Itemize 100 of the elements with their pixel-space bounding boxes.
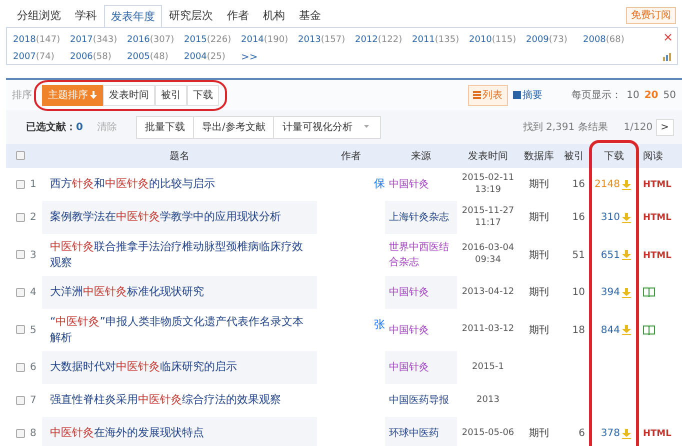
- publish-date: 2011-03-12: [462, 324, 514, 336]
- checkbox[interactable]: [16, 151, 25, 160]
- database-type: 期刊: [529, 287, 549, 298]
- action-button[interactable]: 导出/参考文献: [192, 116, 274, 138]
- html-link[interactable]: HTML: [643, 213, 672, 224]
- year-link[interactable]: 2017(343): [70, 32, 127, 49]
- year-link[interactable]: 2012(122): [355, 32, 412, 49]
- action-button[interactable]: 计量可视化分析: [273, 116, 381, 138]
- page-size-label: 每页显示：: [572, 88, 622, 102]
- checkbox[interactable]: [16, 396, 25, 405]
- source-link[interactable]: 中国医药导报: [389, 393, 449, 408]
- source-link[interactable]: 中国针灸: [389, 322, 429, 338]
- html-link[interactable]: HTML: [643, 250, 672, 261]
- sort-button[interactable]: 下载: [187, 84, 219, 106]
- column-header[interactable]: 数据库: [519, 148, 559, 164]
- sort-label: 排序: [12, 88, 32, 102]
- year-link[interactable]: 2016(307): [127, 32, 184, 49]
- source-link[interactable]: 中国针灸: [389, 177, 429, 192]
- title-link[interactable]: 西方针灸和中医针灸的比较与启示: [50, 176, 219, 193]
- year-link[interactable]: 2010(115): [469, 32, 526, 49]
- column-header[interactable]: 来源: [385, 148, 457, 164]
- view-mode-tab[interactable]: 摘要: [508, 84, 548, 106]
- year-link[interactable]: 2014(190): [241, 32, 298, 49]
- title-link[interactable]: 强直性脊柱炎采用中医针灸综合疗法的效果观察: [50, 392, 285, 409]
- year-link[interactable]: 2013(157): [298, 32, 355, 49]
- subscribe-button[interactable]: 免费订阅: [626, 7, 676, 24]
- publish-time: 09:34: [475, 255, 501, 267]
- filter-tab[interactable]: 发表年度: [104, 4, 162, 28]
- chart-icon: [663, 52, 673, 61]
- checkbox[interactable]: [16, 212, 25, 222]
- checkbox[interactable]: [16, 325, 25, 334]
- download-count[interactable]: 651: [600, 248, 620, 262]
- page-size-option[interactable]: 10: [626, 88, 640, 102]
- source-link[interactable]: 世界中西医结合杂志: [389, 240, 457, 270]
- column-header: 阅读: [642, 150, 664, 164]
- row-number: 3: [30, 248, 38, 262]
- close-icon[interactable]: ×: [662, 28, 673, 46]
- filter-tab[interactable]: 分组浏览: [10, 4, 68, 27]
- more-link[interactable]: >>: [241, 49, 258, 66]
- row-number: 8: [30, 427, 38, 441]
- download-icon: [622, 212, 631, 222]
- filter-tab[interactable]: 基金: [292, 4, 328, 27]
- checkbox[interactable]: [16, 288, 25, 297]
- column-header[interactable]: 发表时间: [457, 148, 519, 164]
- checkbox[interactable]: [16, 428, 25, 438]
- html-link[interactable]: HTML: [643, 429, 672, 440]
- filter-tab[interactable]: 研究层次: [162, 4, 220, 27]
- checkbox[interactable]: [16, 180, 25, 189]
- filter-tab[interactable]: 作者: [220, 4, 256, 27]
- book-icon[interactable]: [643, 324, 655, 335]
- publish-time: 11:17: [475, 218, 501, 230]
- year-link[interactable]: 2006(58): [70, 49, 127, 66]
- selection-count: 0: [76, 120, 83, 134]
- database-type: 期刊: [529, 428, 549, 439]
- year-link[interactable]: 2005(48): [127, 49, 184, 66]
- title-link[interactable]: “中医针灸”申报人类非物质文化遗产代表作名录文本解析: [50, 314, 317, 346]
- column-header[interactable]: 题名: [42, 148, 317, 164]
- column-header[interactable]: 下载: [589, 148, 639, 164]
- filter-tab[interactable]: 学科: [68, 4, 104, 27]
- citation-count: 51: [572, 250, 585, 260]
- year-link[interactable]: 2011(135): [412, 32, 469, 49]
- action-button[interactable]: 批量下载: [136, 116, 194, 138]
- checkbox[interactable]: [16, 362, 25, 372]
- page-size-option[interactable]: 50: [663, 88, 676, 102]
- download-count[interactable]: 394: [600, 285, 620, 300]
- publish-date: 2015-05-06: [462, 428, 514, 440]
- publish-date: 2015-02-11: [462, 172, 514, 184]
- publish-date: 2013: [476, 394, 500, 406]
- down-arrow-icon: [90, 90, 97, 99]
- column-header[interactable]: 作者: [317, 148, 385, 164]
- sort-button[interactable]: 发表时间: [103, 84, 155, 106]
- book-icon[interactable]: [643, 287, 655, 298]
- citation-count: 18: [572, 324, 585, 336]
- filter-tab[interactable]: 机构: [256, 4, 292, 27]
- download-icon: [622, 325, 631, 335]
- sort-button[interactable]: 被引: [155, 84, 187, 106]
- year-link[interactable]: 2008(68): [583, 32, 640, 49]
- row-number: 5: [30, 324, 38, 338]
- results-count: 找到 2,391 条结果: [522, 120, 608, 134]
- year-link[interactable]: 2004(25): [184, 49, 241, 66]
- next-page-button[interactable]: >: [656, 118, 674, 136]
- publish-date: 2015-1: [472, 362, 504, 374]
- view-mode-tab[interactable]: 列表: [468, 84, 508, 106]
- download-count[interactable]: 378: [600, 426, 620, 441]
- author-name[interactable]: 保: [374, 177, 385, 190]
- download-count[interactable]: 844: [600, 322, 620, 338]
- row-number: 7: [30, 394, 38, 408]
- author-name[interactable]: 张: [374, 318, 385, 331]
- download-count[interactable]: 310: [600, 210, 620, 225]
- html-link[interactable]: HTML: [643, 180, 672, 190]
- checkbox[interactable]: [16, 250, 25, 260]
- database-type: 期刊: [529, 250, 549, 260]
- year-link[interactable]: 2007(74): [13, 49, 70, 66]
- publish-date: 2015-11-27: [462, 206, 514, 218]
- year-link[interactable]: 2015(226): [184, 32, 241, 49]
- database-type: 期刊: [529, 179, 549, 190]
- column-header[interactable]: 被引: [559, 148, 589, 164]
- year-link[interactable]: 2018(147): [13, 32, 70, 49]
- title-link[interactable]: 中医针灸联合推拿手法治疗椎动脉型颈椎病临床疗效观察: [50, 238, 317, 272]
- year-link[interactable]: 2009(73): [526, 32, 583, 49]
